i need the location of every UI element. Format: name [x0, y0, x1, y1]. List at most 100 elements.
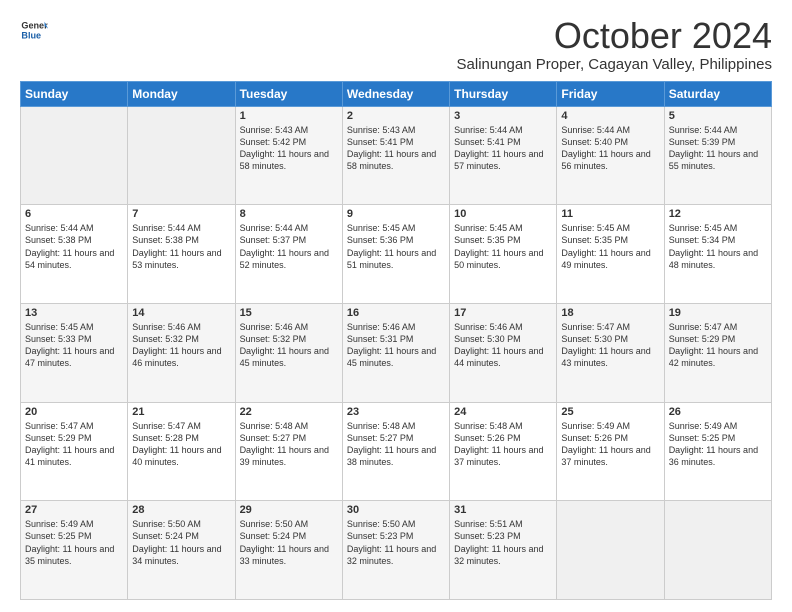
day-number: 20 — [25, 406, 123, 418]
day-number: 17 — [454, 307, 552, 319]
day-number: 18 — [561, 307, 659, 319]
calendar-cell: 27 Sunrise: 5:49 AMSunset: 5:25 PMDaylig… — [21, 501, 128, 600]
calendar-header-row: SundayMondayTuesdayWednesdayThursdayFrid… — [21, 81, 772, 106]
week-row-4: 27 Sunrise: 5:49 AMSunset: 5:25 PMDaylig… — [21, 501, 772, 600]
calendar-cell: 7 Sunrise: 5:44 AMSunset: 5:38 PMDayligh… — [128, 205, 235, 304]
day-number: 8 — [240, 208, 338, 220]
cell-info: Sunrise: 5:46 AMSunset: 5:30 PMDaylight:… — [454, 322, 543, 368]
day-number: 6 — [25, 208, 123, 220]
day-number: 19 — [669, 307, 767, 319]
cell-info: Sunrise: 5:43 AMSunset: 5:41 PMDaylight:… — [347, 125, 436, 171]
day-number: 24 — [454, 406, 552, 418]
cell-info: Sunrise: 5:48 AMSunset: 5:27 PMDaylight:… — [347, 421, 436, 467]
calendar-cell: 15 Sunrise: 5:46 AMSunset: 5:32 PMDaylig… — [235, 303, 342, 402]
week-row-0: 1 Sunrise: 5:43 AMSunset: 5:42 PMDayligh… — [21, 106, 772, 205]
day-number: 14 — [132, 307, 230, 319]
day-number: 4 — [561, 110, 659, 122]
page: General Blue October 2024 Salinungan Pro… — [0, 0, 792, 612]
calendar-cell: 21 Sunrise: 5:47 AMSunset: 5:28 PMDaylig… — [128, 402, 235, 501]
calendar-cell: 9 Sunrise: 5:45 AMSunset: 5:36 PMDayligh… — [342, 205, 449, 304]
logo-icon: General Blue — [20, 16, 48, 44]
day-number: 12 — [669, 208, 767, 220]
calendar-cell: 1 Sunrise: 5:43 AMSunset: 5:42 PMDayligh… — [235, 106, 342, 205]
cell-info: Sunrise: 5:49 AMSunset: 5:25 PMDaylight:… — [25, 519, 114, 565]
calendar-cell: 6 Sunrise: 5:44 AMSunset: 5:38 PMDayligh… — [21, 205, 128, 304]
day-number: 1 — [240, 110, 338, 122]
calendar-cell: 4 Sunrise: 5:44 AMSunset: 5:40 PMDayligh… — [557, 106, 664, 205]
cell-info: Sunrise: 5:50 AMSunset: 5:24 PMDaylight:… — [240, 519, 329, 565]
calendar-cell: 30 Sunrise: 5:50 AMSunset: 5:23 PMDaylig… — [342, 501, 449, 600]
cell-info: Sunrise: 5:48 AMSunset: 5:27 PMDaylight:… — [240, 421, 329, 467]
day-number: 25 — [561, 406, 659, 418]
cell-info: Sunrise: 5:45 AMSunset: 5:33 PMDaylight:… — [25, 322, 114, 368]
col-header-tuesday: Tuesday — [235, 81, 342, 106]
cell-info: Sunrise: 5:50 AMSunset: 5:24 PMDaylight:… — [132, 519, 221, 565]
day-number: 16 — [347, 307, 445, 319]
calendar-cell: 23 Sunrise: 5:48 AMSunset: 5:27 PMDaylig… — [342, 402, 449, 501]
day-number: 15 — [240, 307, 338, 319]
col-header-monday: Monday — [128, 81, 235, 106]
cell-info: Sunrise: 5:47 AMSunset: 5:29 PMDaylight:… — [25, 421, 114, 467]
week-row-1: 6 Sunrise: 5:44 AMSunset: 5:38 PMDayligh… — [21, 205, 772, 304]
cell-info: Sunrise: 5:46 AMSunset: 5:32 PMDaylight:… — [132, 322, 221, 368]
cell-info: Sunrise: 5:51 AMSunset: 5:23 PMDaylight:… — [454, 519, 543, 565]
calendar-cell — [557, 501, 664, 600]
day-number: 13 — [25, 307, 123, 319]
cell-info: Sunrise: 5:46 AMSunset: 5:31 PMDaylight:… — [347, 322, 436, 368]
header-right: October 2024 Salinungan Proper, Cagayan … — [457, 16, 772, 73]
cell-info: Sunrise: 5:45 AMSunset: 5:34 PMDaylight:… — [669, 223, 758, 269]
cell-info: Sunrise: 5:44 AMSunset: 5:37 PMDaylight:… — [240, 223, 329, 269]
day-number: 5 — [669, 110, 767, 122]
cell-info: Sunrise: 5:44 AMSunset: 5:38 PMDaylight:… — [132, 223, 221, 269]
calendar-cell: 5 Sunrise: 5:44 AMSunset: 5:39 PMDayligh… — [664, 106, 771, 205]
day-number: 27 — [25, 504, 123, 516]
calendar-cell: 12 Sunrise: 5:45 AMSunset: 5:34 PMDaylig… — [664, 205, 771, 304]
calendar-cell — [664, 501, 771, 600]
day-number: 10 — [454, 208, 552, 220]
day-number: 30 — [347, 504, 445, 516]
day-number: 2 — [347, 110, 445, 122]
day-number: 21 — [132, 406, 230, 418]
calendar-cell: 14 Sunrise: 5:46 AMSunset: 5:32 PMDaylig… — [128, 303, 235, 402]
calendar-cell: 25 Sunrise: 5:49 AMSunset: 5:26 PMDaylig… — [557, 402, 664, 501]
logo: General Blue — [20, 16, 48, 44]
day-number: 23 — [347, 406, 445, 418]
cell-info: Sunrise: 5:44 AMSunset: 5:41 PMDaylight:… — [454, 125, 543, 171]
day-number: 28 — [132, 504, 230, 516]
month-title: October 2024 — [457, 16, 772, 56]
cell-info: Sunrise: 5:47 AMSunset: 5:29 PMDaylight:… — [669, 322, 758, 368]
cell-info: Sunrise: 5:49 AMSunset: 5:25 PMDaylight:… — [669, 421, 758, 467]
calendar-cell: 18 Sunrise: 5:47 AMSunset: 5:30 PMDaylig… — [557, 303, 664, 402]
calendar-cell: 28 Sunrise: 5:50 AMSunset: 5:24 PMDaylig… — [128, 501, 235, 600]
calendar-cell: 8 Sunrise: 5:44 AMSunset: 5:37 PMDayligh… — [235, 205, 342, 304]
week-row-2: 13 Sunrise: 5:45 AMSunset: 5:33 PMDaylig… — [21, 303, 772, 402]
calendar-cell: 3 Sunrise: 5:44 AMSunset: 5:41 PMDayligh… — [450, 106, 557, 205]
cell-info: Sunrise: 5:47 AMSunset: 5:28 PMDaylight:… — [132, 421, 221, 467]
col-header-friday: Friday — [557, 81, 664, 106]
col-header-thursday: Thursday — [450, 81, 557, 106]
day-number: 22 — [240, 406, 338, 418]
calendar-cell: 29 Sunrise: 5:50 AMSunset: 5:24 PMDaylig… — [235, 501, 342, 600]
col-header-wednesday: Wednesday — [342, 81, 449, 106]
cell-info: Sunrise: 5:48 AMSunset: 5:26 PMDaylight:… — [454, 421, 543, 467]
day-number: 3 — [454, 110, 552, 122]
day-number: 26 — [669, 406, 767, 418]
day-number: 29 — [240, 504, 338, 516]
calendar: SundayMondayTuesdayWednesdayThursdayFrid… — [20, 81, 772, 600]
cell-info: Sunrise: 5:45 AMSunset: 5:35 PMDaylight:… — [454, 223, 543, 269]
calendar-cell: 19 Sunrise: 5:47 AMSunset: 5:29 PMDaylig… — [664, 303, 771, 402]
cell-info: Sunrise: 5:44 AMSunset: 5:38 PMDaylight:… — [25, 223, 114, 269]
header: General Blue October 2024 Salinungan Pro… — [20, 16, 772, 73]
calendar-cell: 17 Sunrise: 5:46 AMSunset: 5:30 PMDaylig… — [450, 303, 557, 402]
calendar-cell: 26 Sunrise: 5:49 AMSunset: 5:25 PMDaylig… — [664, 402, 771, 501]
calendar-cell: 20 Sunrise: 5:47 AMSunset: 5:29 PMDaylig… — [21, 402, 128, 501]
cell-info: Sunrise: 5:45 AMSunset: 5:35 PMDaylight:… — [561, 223, 650, 269]
calendar-cell — [21, 106, 128, 205]
day-number: 7 — [132, 208, 230, 220]
cell-info: Sunrise: 5:49 AMSunset: 5:26 PMDaylight:… — [561, 421, 650, 467]
cell-info: Sunrise: 5:44 AMSunset: 5:39 PMDaylight:… — [669, 125, 758, 171]
svg-text:Blue: Blue — [21, 30, 41, 40]
calendar-cell: 31 Sunrise: 5:51 AMSunset: 5:23 PMDaylig… — [450, 501, 557, 600]
col-header-sunday: Sunday — [21, 81, 128, 106]
cell-info: Sunrise: 5:45 AMSunset: 5:36 PMDaylight:… — [347, 223, 436, 269]
